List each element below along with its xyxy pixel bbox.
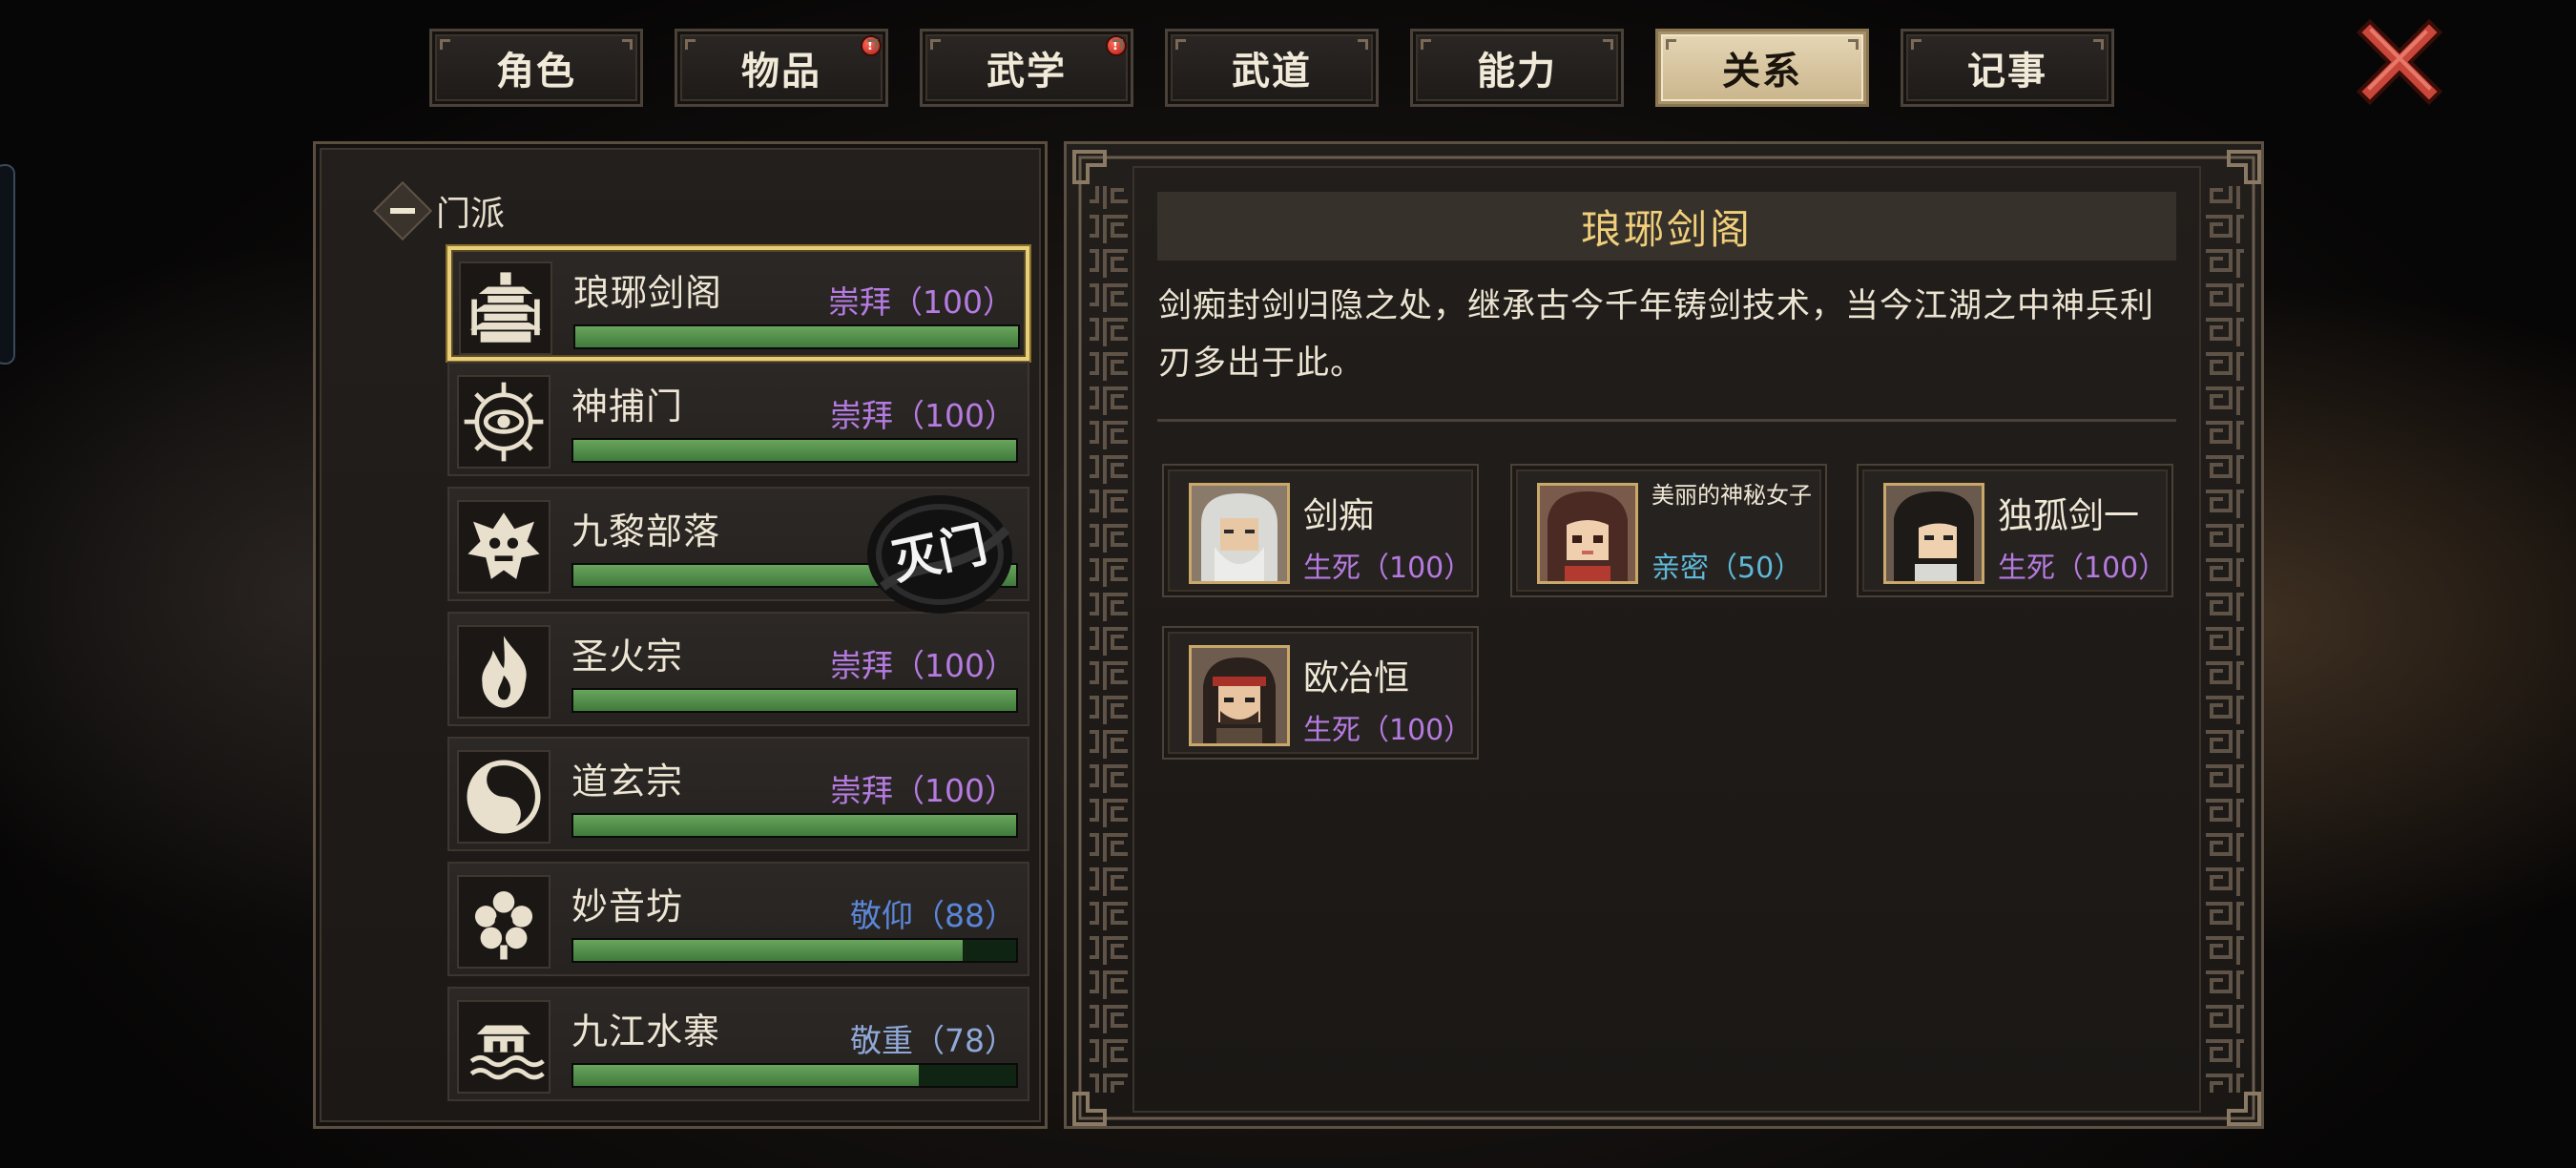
tab-items[interactable]: 物品! xyxy=(675,29,888,107)
sect-row-miaoyin[interactable]: 妙音坊 敬仰（88） xyxy=(447,862,1029,976)
sect-description: 剑痴封剑归隐之处，继承古今千年铸剑技术，当今江湖之中神兵利刃多出于此。 xyxy=(1158,287,2155,383)
sect-status: 崇拜（100） xyxy=(830,647,1016,684)
sect-name: 九江水寨 xyxy=(571,1011,721,1053)
destroyed-seal-stamp: 灭门 xyxy=(863,491,1016,615)
eye-emblem-icon xyxy=(457,375,551,469)
sect-status: 敬仰（88） xyxy=(850,897,1016,934)
yin-yang-crane-emblem-icon xyxy=(457,750,551,844)
reputation-bar xyxy=(571,1063,1018,1088)
member-relation: 生死（100） xyxy=(1303,714,1473,747)
flame-emblem-icon xyxy=(457,625,551,719)
reputation-bar-fill xyxy=(573,690,1016,711)
member-name: 美丽的神秘女子 xyxy=(1652,482,1812,509)
mysterious-woman-portrait xyxy=(1537,483,1638,584)
reputation-bar xyxy=(573,324,1020,349)
member-relation: 生死（100） xyxy=(1998,552,2168,585)
tab-label: 关系 xyxy=(1722,50,1802,94)
tab-martial-way[interactable]: 武道 xyxy=(1165,29,1379,107)
tab-journal[interactable]: 记事 xyxy=(1901,29,2114,107)
member-relation: 亲密（50） xyxy=(1652,552,1803,585)
reputation-bar-fill xyxy=(575,326,1018,347)
sect-detail-panel: 琅琊剑阁 剑痴封剑归隐之处，继承古今千年铸剑技术，当今江湖之中神兵利刃多出于此。… xyxy=(1064,141,2264,1129)
tab-relations[interactable]: 关系 xyxy=(1655,29,1869,107)
sect-name: 神捕门 xyxy=(571,386,684,428)
sect-row-jiujiang[interactable]: 九江水寨 敬重（78） xyxy=(447,987,1029,1101)
sect-status: 崇拜（100） xyxy=(830,772,1016,809)
tab-character[interactable]: 角色 xyxy=(429,29,643,107)
sect-row-shenghuo[interactable]: 圣火宗 崇拜（100） xyxy=(447,612,1029,726)
white-haired-elder-portrait xyxy=(1189,483,1290,584)
headband-smith-portrait xyxy=(1189,645,1290,746)
reputation-bar xyxy=(571,688,1018,713)
sect-row-daoxuan[interactable]: 道玄宗 崇拜（100） xyxy=(447,737,1029,851)
sect-list-panel: 门派 琅琊剑阁 崇拜（100） 神捕门 崇拜（100） 九黎部落 圣火宗 崇拜（… xyxy=(313,141,1048,1129)
sect-name: 琅琊剑阁 xyxy=(573,272,723,314)
tab-label: 武学 xyxy=(987,50,1067,94)
reputation-bar xyxy=(571,438,1018,463)
sect-status: 敬重（78） xyxy=(850,1022,1016,1059)
sect-name: 圣火宗 xyxy=(571,636,684,678)
close-button[interactable] xyxy=(2356,18,2443,106)
tab-martial-skills[interactable]: 武学! xyxy=(920,29,1133,107)
reputation-bar xyxy=(571,938,1018,963)
member-card-mysterious-woman[interactable]: 美丽的神秘女子 亲密（50） xyxy=(1510,464,1827,597)
member-name: 独孤剑一 xyxy=(1998,495,2139,536)
member-relation: 生死（100） xyxy=(1303,552,1473,585)
sect-status: 崇拜（100） xyxy=(830,397,1016,434)
member-card-ouyeheng[interactable]: 欧冶恒 生死（100） xyxy=(1162,626,1479,760)
flower-mask-emblem-icon xyxy=(457,875,551,969)
divider xyxy=(1157,419,2176,422)
sect-name: 九黎部落 xyxy=(571,511,721,553)
beast-mask-emblem-icon xyxy=(457,500,551,594)
relationship-screen: 角色 物品! 武学! 武道 能力 关系 记事 门派 琅琊剑阁 崇拜（100） 神… xyxy=(0,0,2576,1168)
sect-row-langya[interactable]: 琅琊剑阁 崇拜（100） xyxy=(447,246,1029,361)
reputation-bar-fill xyxy=(573,815,1016,836)
reputation-bar-fill xyxy=(573,440,1016,461)
tab-label: 能力 xyxy=(1477,50,1557,94)
member-card-jianchi[interactable]: 剑痴 生死（100） xyxy=(1162,464,1479,597)
tab-abilities[interactable]: 能力 xyxy=(1410,29,1624,107)
collapse-minus-icon[interactable] xyxy=(372,180,433,241)
member-name: 欧冶恒 xyxy=(1303,657,1409,699)
sect-title: 琅琊剑阁 xyxy=(1580,205,1753,253)
close-x-icon xyxy=(2356,18,2443,106)
sect-name: 妙音坊 xyxy=(571,886,684,928)
tab-label: 角色 xyxy=(496,50,576,94)
reputation-bar-fill xyxy=(573,940,964,961)
long-haired-swordsman-portrait xyxy=(1883,483,1984,584)
alert-badge-icon: ! xyxy=(861,35,882,56)
tab-label: 记事 xyxy=(1967,50,2047,94)
member-card-dugu[interactable]: 独孤剑一 生死（100） xyxy=(1857,464,2173,597)
alert-badge-icon: ! xyxy=(1106,35,1127,56)
sect-category-header[interactable]: 门派 xyxy=(372,177,506,244)
sect-name: 道玄宗 xyxy=(571,761,684,803)
edge-handle[interactable] xyxy=(0,164,15,365)
water-fort-emblem-icon xyxy=(457,1000,551,1094)
reputation-bar xyxy=(571,813,1018,838)
pagoda-emblem-icon xyxy=(459,261,552,355)
sect-row-shenbu[interactable]: 神捕门 崇拜（100） xyxy=(447,362,1029,476)
tab-label: 物品 xyxy=(741,50,821,94)
sect-title-bar: 琅琊剑阁 xyxy=(1157,192,2176,261)
member-name: 剑痴 xyxy=(1303,495,1374,536)
sect-category-label: 门派 xyxy=(436,195,506,234)
sect-status: 崇拜（100） xyxy=(828,283,1014,321)
reputation-bar-fill xyxy=(573,1065,919,1086)
tab-label: 武道 xyxy=(1232,50,1312,94)
